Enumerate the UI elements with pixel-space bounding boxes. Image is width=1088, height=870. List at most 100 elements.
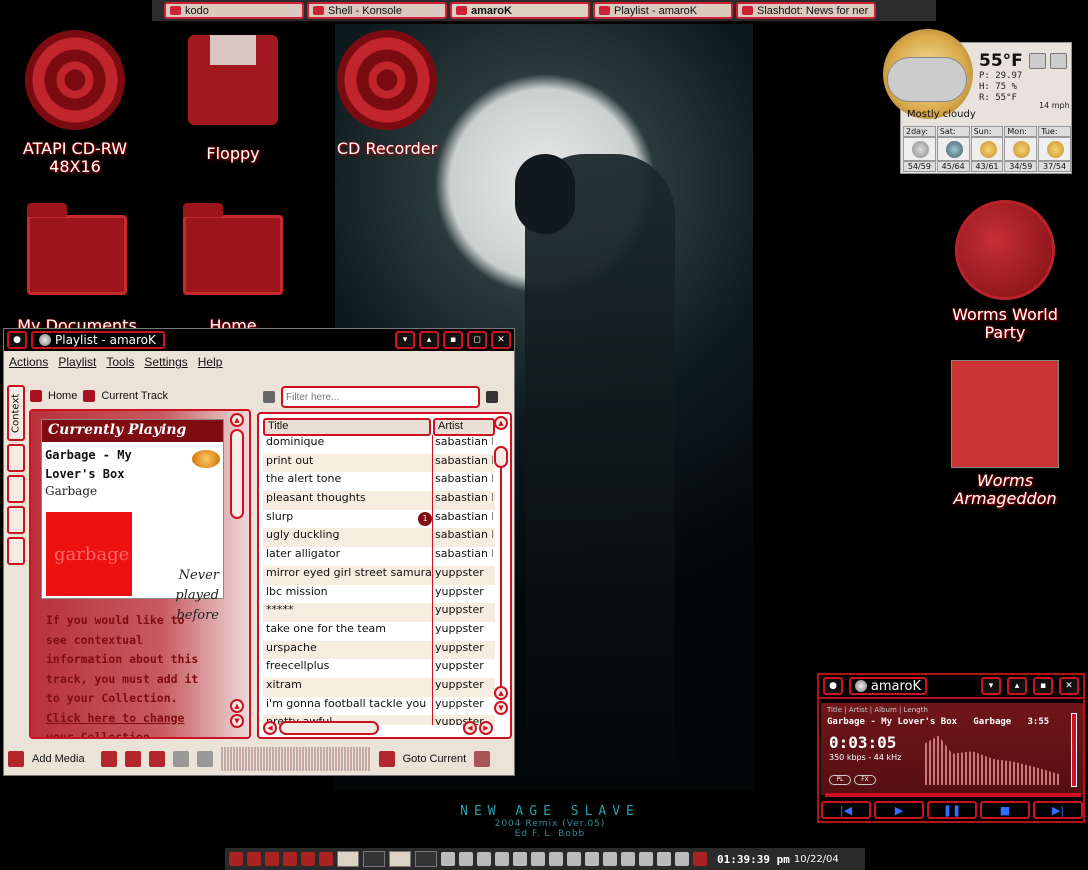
runner-icon[interactable] [657, 852, 671, 866]
task-konsole[interactable]: Shell - Konsole [307, 2, 447, 19]
raise-button[interactable]: ▴ [1007, 677, 1027, 695]
playlist-row[interactable]: print out sabastian b [263, 453, 495, 473]
monitor-icon[interactable] [301, 852, 315, 866]
pager-desktop-1[interactable] [337, 851, 359, 867]
menu-settings[interactable]: Settings [144, 355, 187, 369]
album-cover[interactable]: garbage [46, 512, 132, 596]
minimize-button[interactable]: ▪ [443, 331, 463, 349]
playlist-row[interactable]: pleasant thoughts sabastian b [263, 491, 495, 510]
clear-filter-icon[interactable] [263, 391, 275, 403]
scroll-up-button[interactable]: ▲ [494, 686, 508, 700]
clock-icon[interactable] [621, 852, 635, 866]
player-title-bar[interactable]: ● amaroK ▾ ▴ ▪ ✕ [819, 675, 1083, 699]
add-media-button[interactable]: Add Media [32, 753, 85, 765]
desktop-icon-floppy[interactable]: Floppy [168, 30, 298, 163]
scroll-left-button[interactable]: ◀ [463, 721, 477, 735]
playlist-row[interactable]: slurp 1 sabastian b [263, 509, 495, 529]
task-amarok[interactable]: amaroK [450, 2, 590, 19]
current-track-button[interactable]: Current Track [101, 390, 168, 402]
download-icon[interactable] [585, 852, 599, 866]
playlist-row[interactable]: i'm gonna football tackle you yuppster [263, 696, 495, 716]
playlist-vscrollbar[interactable]: ▲ ▲ ▼ [494, 416, 510, 716]
playlist-row[interactable]: dominique sabastian b [263, 435, 495, 454]
playlist-row[interactable]: ***** yuppster [263, 603, 495, 622]
scroll-up-button[interactable]: ▲ [494, 416, 508, 430]
raise-button[interactable]: ▴ [419, 331, 439, 349]
window-menu-button[interactable]: ● [7, 331, 27, 349]
shade-button[interactable]: ▾ [395, 331, 415, 349]
close-button[interactable]: ✕ [1059, 677, 1079, 695]
pause-button[interactable]: ❚❚ [927, 801, 977, 819]
monitor-icon[interactable] [477, 852, 491, 866]
amarok-tray-icon[interactable] [693, 852, 707, 866]
scroll-down-button[interactable]: ▼ [230, 714, 244, 728]
task-playlist[interactable]: Playlist - amaroK [593, 2, 733, 19]
wrench-icon[interactable] [474, 751, 491, 767]
disk-icon[interactable] [495, 852, 509, 866]
desktop-icon-my-documents[interactable]: My Documents [12, 203, 142, 335]
playlist-row[interactable]: xitram yuppster [263, 677, 495, 697]
scroll-right-button[interactable]: ▶ [479, 721, 493, 735]
playlist-row[interactable]: urspache yuppster [263, 640, 495, 660]
context-scrollbar[interactable]: ▲ ▲ ▼ [230, 413, 246, 735]
playlist-row[interactable]: lbc mission yuppster [263, 584, 495, 604]
desktop-icon-cd-recorder[interactable]: CD Recorder [322, 30, 452, 158]
screen-icon[interactable] [531, 852, 545, 866]
kmenu-icon[interactable] [229, 852, 243, 866]
playlist-row[interactable]: ugly duckling sabastian b [263, 528, 495, 548]
undo-icon[interactable] [172, 751, 189, 767]
playlist-row[interactable]: take one for the team yuppster [263, 621, 495, 641]
tab-media-device[interactable] [7, 506, 25, 534]
title-bar[interactable]: ● Playlist - amaroK ▾ ▴ ▪ ◻ ✕ [4, 329, 514, 351]
playlist-toggle-button[interactable]: PL [829, 775, 851, 785]
pager-desktop-4[interactable] [415, 851, 437, 867]
pager-desktop-2[interactable] [363, 851, 385, 867]
scroll-left-button[interactable]: ◀ [263, 721, 277, 735]
effects-button[interactable]: FX [854, 775, 876, 785]
clear-playlist-icon[interactable] [124, 751, 141, 767]
play-button[interactable]: ▶ [874, 801, 924, 819]
weather-settings-button[interactable] [1050, 53, 1067, 69]
clock[interactable]: 01:39:39 pm [717, 853, 790, 866]
menu-tools[interactable]: Tools [106, 355, 134, 369]
playlist-row[interactable]: the alert tone sabastian b [263, 472, 495, 492]
desktop-icon-home[interactable]: Home [168, 203, 298, 335]
change-collection-link[interactable]: Click here to change your Collection [46, 711, 184, 738]
tool-icon[interactable] [675, 852, 689, 866]
column-artist[interactable]: Artist [433, 418, 495, 436]
desktop-icon-worms-armageddon[interactable]: Worms Armageddon [940, 360, 1070, 508]
playlist-row[interactable]: mirror eyed girl street samurai yuppster [263, 565, 495, 585]
penguin-icon[interactable] [639, 852, 653, 866]
pager-desktop-3[interactable] [389, 851, 411, 867]
scroll-up-button[interactable]: ▲ [230, 699, 244, 713]
maximize-button[interactable]: ◻ [467, 331, 487, 349]
playlist-row[interactable]: freecellplus yuppster [263, 659, 495, 678]
goto-current-button[interactable]: Goto Current [403, 753, 467, 765]
window-menu-button[interactable]: ● [823, 677, 843, 695]
menu-playlist[interactable]: Playlist [58, 355, 96, 369]
scroll-handle[interactable] [230, 429, 244, 519]
home-button[interactable]: Home [48, 390, 77, 402]
next-button[interactable]: ▶| [1033, 801, 1083, 819]
browser-icon[interactable] [319, 852, 333, 866]
shuffle-icon[interactable] [148, 751, 165, 767]
tab-playlists[interactable] [7, 475, 25, 503]
desktop-icon[interactable] [247, 852, 261, 866]
minimize-button[interactable]: ▪ [1033, 677, 1053, 695]
scroll-handle[interactable] [494, 446, 508, 468]
terminal-icon[interactable] [283, 852, 297, 866]
filter-input[interactable] [281, 386, 480, 408]
task-slashdot[interactable]: Slashdot: News for ner [736, 2, 876, 19]
close-button[interactable]: ✕ [491, 331, 511, 349]
sound-icon[interactable] [549, 852, 563, 866]
scroll-up-button[interactable]: ▲ [230, 413, 244, 427]
desktop-icon-cdrw[interactable]: ATAPI CD-RW 48X16 [10, 30, 140, 176]
redo-icon[interactable] [196, 751, 213, 767]
konqueror-icon[interactable] [441, 852, 455, 866]
editor-icon[interactable] [265, 852, 279, 866]
scroll-down-button[interactable]: ▼ [494, 701, 508, 715]
tab-context[interactable]: Context [7, 385, 25, 441]
seek-slider[interactable] [825, 793, 1081, 797]
filter-options-icon[interactable] [486, 391, 498, 403]
task-kodo[interactable]: kodo [164, 2, 304, 19]
